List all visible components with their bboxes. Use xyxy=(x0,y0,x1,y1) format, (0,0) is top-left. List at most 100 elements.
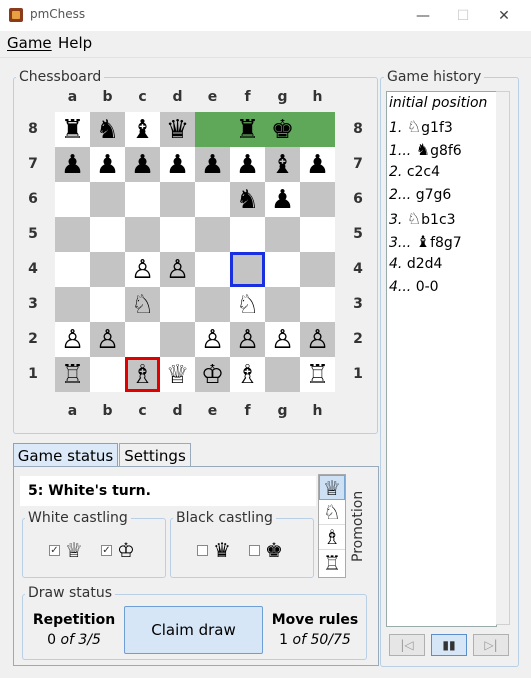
history-row[interactable]: 3. ♘b1c3 xyxy=(387,207,496,230)
tab-game-status[interactable]: Game status xyxy=(13,443,118,468)
history-row[interactable]: 4. d2d4 xyxy=(387,253,496,276)
square-a6[interactable] xyxy=(55,182,90,217)
history-row[interactable]: initial position xyxy=(387,92,496,115)
square-h4[interactable] xyxy=(300,252,335,287)
square-e5[interactable] xyxy=(195,217,230,252)
black-castling-label: Black castling xyxy=(173,510,276,526)
move-piece-icon: ♝ xyxy=(415,232,431,251)
square-c4[interactable]: ♙ xyxy=(125,252,160,287)
square-c3[interactable]: ♘ xyxy=(125,287,160,322)
square-b6[interactable] xyxy=(90,182,125,217)
square-e7[interactable]: ♟ xyxy=(195,147,230,182)
history-row[interactable]: 1... ♞g8f6 xyxy=(387,138,496,161)
pause-button[interactable]: ▮▮ xyxy=(431,634,467,656)
square-g5[interactable] xyxy=(265,217,300,252)
square-c5[interactable] xyxy=(125,217,160,252)
square-b4[interactable] xyxy=(90,252,125,287)
square-c7[interactable]: ♟ xyxy=(125,147,160,182)
close-button[interactable]: ✕ xyxy=(484,0,524,31)
history-row[interactable]: 3... ♝f8g7 xyxy=(387,230,496,253)
square-g1[interactable] xyxy=(265,357,300,392)
square-b2[interactable]: ♙ xyxy=(90,322,125,357)
white-queen-icon: ♕ xyxy=(65,538,83,562)
square-c6[interactable] xyxy=(125,182,160,217)
square-h1[interactable]: ♖ xyxy=(300,357,335,392)
square-g8[interactable]: ♚ xyxy=(265,112,300,147)
promote-knight-button[interactable]: ♘ xyxy=(319,500,345,525)
menu-help[interactable]: Help xyxy=(58,34,92,52)
square-e6[interactable] xyxy=(195,182,230,217)
square-f5[interactable] xyxy=(230,217,265,252)
square-a5[interactable] xyxy=(55,217,90,252)
square-d8[interactable]: ♛ xyxy=(160,112,195,147)
white-kingside-checkbox[interactable]: ✓ xyxy=(101,545,112,556)
square-d1[interactable]: ♕ xyxy=(160,357,195,392)
square-d7[interactable]: ♟ xyxy=(160,147,195,182)
square-h5[interactable] xyxy=(300,217,335,252)
square-e1[interactable]: ♔ xyxy=(195,357,230,392)
black-kingside-checkbox[interactable] xyxy=(249,545,260,556)
square-a3[interactable] xyxy=(55,287,90,322)
square-h3[interactable] xyxy=(300,287,335,322)
black-queenside-checkbox[interactable] xyxy=(197,545,208,556)
move-text: initial position xyxy=(389,95,488,111)
square-d2[interactable] xyxy=(160,322,195,357)
square-c8[interactable]: ♝ xyxy=(125,112,160,147)
square-a8[interactable]: ♜ xyxy=(55,112,90,147)
square-a4[interactable] xyxy=(55,252,90,287)
square-e3[interactable] xyxy=(195,287,230,322)
square-h6[interactable] xyxy=(300,182,335,217)
history-row[interactable]: 4... 0-0 xyxy=(387,276,496,299)
promote-bishop-button[interactable]: ♗ xyxy=(319,525,345,550)
tab-settings[interactable]: Settings xyxy=(119,443,191,467)
square-f3[interactable]: ♘ xyxy=(230,287,265,322)
square-b5[interactable] xyxy=(90,217,125,252)
maximize-button[interactable]: ☐ xyxy=(443,0,483,31)
square-b1[interactable] xyxy=(90,357,125,392)
square-c2[interactable] xyxy=(125,322,160,357)
promote-rook-button[interactable]: ♖ xyxy=(319,550,345,575)
first-move-button[interactable]: |◁ xyxy=(389,634,425,656)
square-h7[interactable]: ♟ xyxy=(300,147,335,182)
square-b8[interactable]: ♞ xyxy=(90,112,125,147)
rank-label: 8 xyxy=(28,121,38,137)
file-label: a xyxy=(67,403,78,419)
square-h2[interactable]: ♙ xyxy=(300,322,335,357)
square-d6[interactable] xyxy=(160,182,195,217)
square-c1[interactable]: ♗ xyxy=(125,357,160,392)
history-row[interactable]: 2. c2c4 xyxy=(387,161,496,184)
square-e8[interactable] xyxy=(195,112,230,147)
square-a7[interactable]: ♟ xyxy=(55,147,90,182)
square-d3[interactable] xyxy=(160,287,195,322)
square-g6[interactable]: ♟ xyxy=(265,182,300,217)
square-g3[interactable] xyxy=(265,287,300,322)
promote-queen-button[interactable]: ♕ xyxy=(319,475,345,500)
square-f7[interactable]: ♟ xyxy=(230,147,265,182)
minimize-button[interactable]: — xyxy=(403,0,443,31)
square-e2[interactable]: ♙ xyxy=(195,322,230,357)
square-g4[interactable] xyxy=(265,252,300,287)
square-b3[interactable] xyxy=(90,287,125,322)
square-g7[interactable]: ♝ xyxy=(265,147,300,182)
square-f6[interactable]: ♞ xyxy=(230,182,265,217)
square-a1[interactable]: ♖ xyxy=(55,357,90,392)
square-d5[interactable] xyxy=(160,217,195,252)
white-queenside-checkbox[interactable]: ✓ xyxy=(49,545,60,556)
square-g2[interactable]: ♙ xyxy=(265,322,300,357)
history-list[interactable]: initial position 1. ♘g1f3 1... ♞g8f6 2. c2c… xyxy=(386,91,497,627)
square-e4[interactable] xyxy=(195,252,230,287)
history-row[interactable]: 1. ♘g1f3 xyxy=(387,115,496,138)
claim-draw-button[interactable]: Claim draw xyxy=(124,606,263,654)
square-f2[interactable]: ♙ xyxy=(230,322,265,357)
history-row[interactable]: 2... g7g6 xyxy=(387,184,496,207)
square-f8[interactable]: ♜ xyxy=(230,112,265,147)
last-move-button[interactable]: ▷| xyxy=(473,634,509,656)
square-h8[interactable] xyxy=(300,112,335,147)
square-f4[interactable] xyxy=(230,252,265,287)
square-d4[interactable]: ♙ xyxy=(160,252,195,287)
history-scrollbar[interactable] xyxy=(496,91,510,625)
menu-game[interactable]: Game xyxy=(7,34,52,52)
square-a2[interactable]: ♙ xyxy=(55,322,90,357)
square-f1[interactable]: ♗ xyxy=(230,357,265,392)
square-b7[interactable]: ♟ xyxy=(90,147,125,182)
